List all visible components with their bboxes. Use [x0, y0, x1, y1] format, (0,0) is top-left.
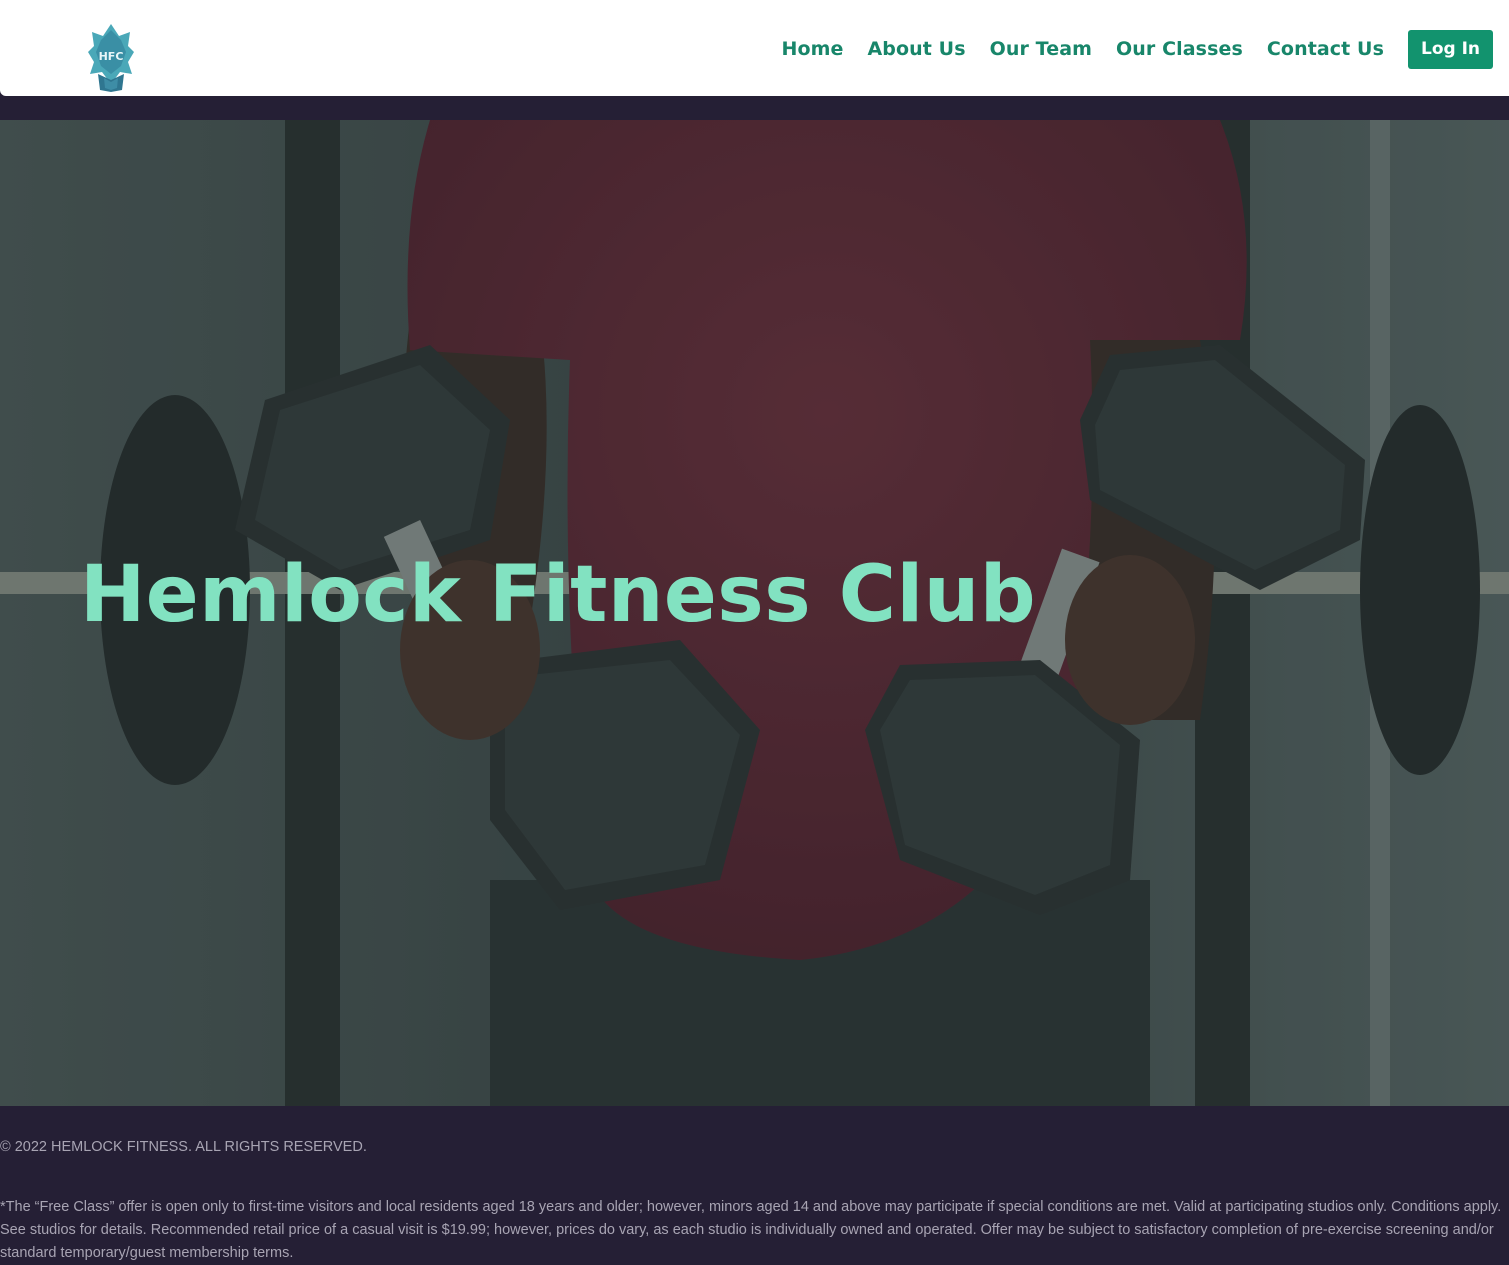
- nav-home-link[interactable]: Home: [781, 38, 843, 60]
- main-nav: Home About Us Our Team Our Classes Conta…: [757, 29, 1493, 69]
- nav-about-link[interactable]: About Us: [867, 38, 965, 60]
- disclaimer-text: *The “Free Class” offer is open only to …: [0, 1199, 1502, 1261]
- login-button[interactable]: Log In: [1408, 29, 1493, 69]
- nav-contact-link[interactable]: Contact Us: [1267, 38, 1384, 60]
- hero-banner: Hemlock Fitness Club: [0, 120, 1509, 1106]
- nav-team-link[interactable]: Our Team: [990, 38, 1092, 60]
- copyright-text: © 2022 HEMLOCK FITNESS. ALL RIGHTS RESER…: [0, 1139, 367, 1155]
- hero-title: Hemlock Fitness Club: [80, 550, 1037, 640]
- hfc-logo-icon[interactable]: HFC: [86, 22, 136, 94]
- site-header: HFC Home About Us Our Team Our Classes C…: [0, 0, 1509, 96]
- nav-classes-link[interactable]: Our Classes: [1116, 38, 1243, 60]
- logo-text: HFC: [99, 50, 124, 63]
- site-footer: © 2022 HEMLOCK FITNESS. ALL RIGHTS RESER…: [0, 1106, 1509, 1261]
